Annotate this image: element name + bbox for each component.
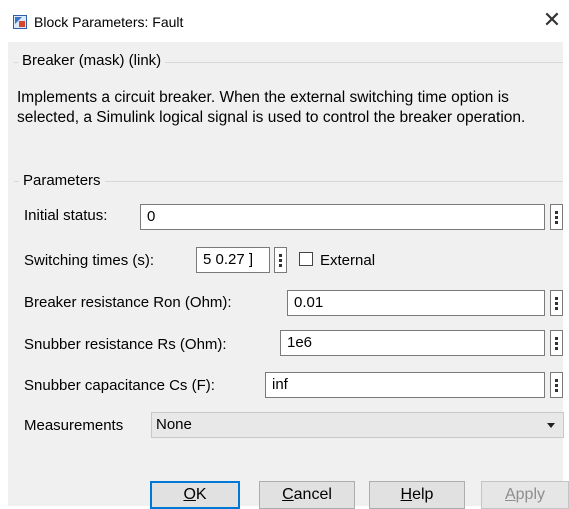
apply-button[interactable]: Apply: [481, 481, 569, 509]
mask-group-title: Breaker (mask) (link): [18, 52, 166, 69]
apply-rest: pply: [515, 486, 546, 503]
external-checkbox[interactable]: [299, 252, 313, 266]
close-icon[interactable]: ✕: [540, 10, 564, 34]
initial-status-more-button[interactable]: [550, 204, 563, 230]
snubber-capacitance-field[interactable]: inf: [265, 372, 545, 398]
help-button[interactable]: Help: [369, 481, 465, 509]
breaker-resistance-label: Breaker resistance Ron (Ohm):: [24, 294, 232, 311]
apply-accel: A: [504, 486, 516, 503]
switching-times-label: Switching times (s):: [24, 252, 155, 269]
switching-times-more-button[interactable]: [274, 247, 287, 273]
measurements-label: Measurements: [24, 417, 124, 434]
chevron-down-icon: [547, 423, 555, 428]
ok-button[interactable]: OK: [150, 481, 240, 509]
initial-status-field[interactable]: 0: [140, 204, 545, 230]
cancel-button[interactable]: Cancel: [259, 481, 355, 509]
snubber-capacitance-label: Snubber capacitance Cs (F):: [24, 377, 215, 394]
cancel-rest: ancel: [293, 486, 332, 503]
parameters-group-title: Parameters: [19, 172, 105, 189]
help-rest: elp: [412, 486, 434, 503]
snubber-resistance-field[interactable]: 1e6: [280, 330, 545, 356]
help-accel: H: [400, 486, 413, 503]
breaker-resistance-field[interactable]: 0.01: [287, 290, 545, 316]
window-title: Block Parameters: Fault: [34, 14, 184, 30]
switching-times-field[interactable]: 5 0.27 ]: [196, 247, 270, 273]
mask-description: Implements a circuit breaker. When the e…: [17, 89, 526, 126]
breaker-resistance-more-button[interactable]: [550, 290, 563, 316]
title-bar: Block Parameters: Fault ✕: [0, 0, 569, 42]
snubber-capacitance-more-button[interactable]: [550, 372, 563, 398]
ok-rest: K: [195, 486, 207, 503]
initial-status-label: Initial status:: [24, 207, 108, 224]
snubber-resistance-label: Snubber resistance Rs (Ohm):: [24, 336, 227, 353]
ok-accel: O: [183, 486, 196, 503]
measurements-dropdown[interactable]: None: [151, 412, 564, 438]
simulink-block-icon: [13, 15, 27, 29]
snubber-resistance-more-button[interactable]: [550, 330, 563, 356]
cancel-accel: C: [282, 486, 294, 503]
measurements-value: None: [156, 416, 192, 433]
external-label: External: [320, 252, 376, 269]
